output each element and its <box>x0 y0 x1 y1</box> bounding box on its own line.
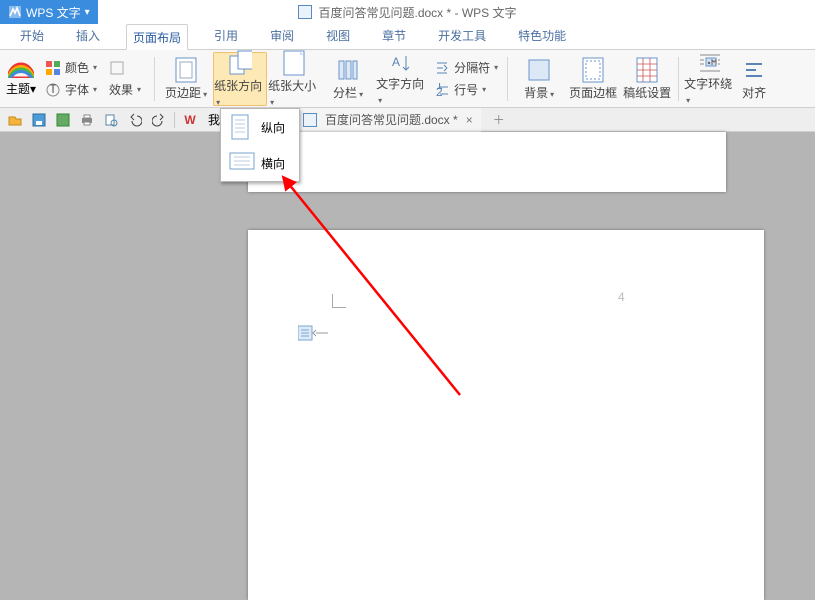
align-button[interactable]: 对齐 <box>737 52 771 106</box>
document-canvas[interactable]: 4 <box>0 132 815 556</box>
textdir-button[interactable]: A 文字方向▾ <box>375 52 429 106</box>
blank-icon <box>109 60 125 76</box>
open-icon[interactable] <box>6 111 24 129</box>
tab-special[interactable]: 特色功能 <box>512 23 572 49</box>
app-menu[interactable]: WPS 文字 ▾ <box>0 0 98 24</box>
columns-icon <box>336 57 360 83</box>
tab-references[interactable]: 引用 <box>208 23 244 49</box>
font-icon: T <box>45 82 61 98</box>
document-icon <box>298 5 312 19</box>
title-bar: WPS 文字 ▾ 百度问答常见问题.docx * - WPS 文字 <box>0 0 815 24</box>
saveas-icon[interactable] <box>54 111 72 129</box>
page-number: 4 <box>618 290 625 304</box>
page-prev-bottom <box>248 132 726 192</box>
tab-view[interactable]: 视图 <box>320 23 356 49</box>
document-icon <box>303 113 317 127</box>
margins-button[interactable]: 页边距▾ <box>159 52 213 106</box>
svg-text:T: T <box>49 83 57 96</box>
breaks-button[interactable]: 分隔符▾ <box>429 58 503 78</box>
document-tab[interactable]: 百度问答常见问题.docx * × <box>295 108 481 132</box>
chevron-down-icon: ▾ <box>85 7 90 18</box>
wrap-icon <box>698 52 722 74</box>
breaks-icon <box>434 60 450 76</box>
background-icon <box>527 57 551 83</box>
ribbon-tabs: 开始 插入 页面布局 引用 审阅 视图 章节 开发工具 特色功能 <box>0 24 815 50</box>
landscape-icon <box>229 150 251 176</box>
quick-access-toolbar: W 我 百度问答常见问题.docx * × ＋ <box>0 108 815 132</box>
color-grid-icon <box>45 60 61 76</box>
add-tab-button[interactable]: ＋ <box>487 111 511 128</box>
linenum-button[interactable]: 12行号▾ <box>429 80 503 100</box>
wrap-button[interactable]: 文字环绕▾ <box>683 52 737 106</box>
tab-pagelayout[interactable]: 页面布局 <box>126 24 188 50</box>
orientation-landscape[interactable]: 横向 <box>221 145 299 181</box>
save-icon[interactable] <box>30 111 48 129</box>
orientation-button[interactable]: 纸张方向▾ <box>213 52 267 106</box>
svg-text:A: A <box>392 55 400 69</box>
theme-effects[interactable]: 效果▾ <box>104 80 146 100</box>
textdir-icon: A <box>390 52 414 74</box>
tab-devtools[interactable]: 开发工具 <box>432 23 492 49</box>
size-button[interactable]: 纸张大小▾ <box>267 52 321 106</box>
doctab-name: 百度问答常见问题.docx * <box>325 111 458 128</box>
window-title: 百度问答常见问题.docx * - WPS 文字 <box>0 0 815 24</box>
tab-review[interactable]: 审阅 <box>264 23 300 49</box>
theme-fonts[interactable]: T字体▾ <box>40 80 102 100</box>
ribbon: 主题▾ 颜色▾ T字体▾ 效果▾ 页边距▾ 纸张方向▾ 纸张大小▾ 分栏▾ A … <box>0 50 815 108</box>
print-icon[interactable] <box>78 111 96 129</box>
page-corner-mark <box>332 294 346 308</box>
doc-title: 百度问答常见问题.docx * - WPS 文字 <box>318 4 516 21</box>
themes-icon <box>8 60 34 78</box>
app-name: WPS 文字 <box>26 4 81 21</box>
tab-chapter[interactable]: 章节 <box>376 23 412 49</box>
portrait-icon <box>229 114 251 140</box>
theme-blank[interactable] <box>104 58 146 78</box>
wps-logo-icon[interactable]: W <box>181 111 199 129</box>
page-break-icon <box>298 324 346 342</box>
align-icon <box>742 57 766 83</box>
close-tab-icon[interactable]: × <box>466 113 473 127</box>
redo-icon[interactable] <box>150 111 168 129</box>
printpreview-icon[interactable] <box>102 111 120 129</box>
tab-insert[interactable]: 插入 <box>70 23 106 49</box>
themes-label: 主题 <box>6 82 30 96</box>
pageborder-icon <box>581 57 605 83</box>
orientation-dropdown: 纵向 横向 <box>220 108 300 182</box>
grid-button[interactable]: 稿纸设置 <box>620 52 674 106</box>
background-button[interactable]: 背景▾ <box>512 52 566 106</box>
page-current <box>248 230 764 600</box>
tab-home[interactable]: 开始 <box>14 23 50 49</box>
undo-icon[interactable] <box>126 111 144 129</box>
size-icon <box>282 50 306 76</box>
linenum-icon: 12 <box>434 82 450 98</box>
orientation-icon <box>228 50 252 76</box>
app-icon <box>8 5 22 19</box>
pageborder-button[interactable]: 页面边框 <box>566 52 620 106</box>
grid-icon <box>635 57 659 83</box>
orientation-portrait[interactable]: 纵向 <box>221 109 299 145</box>
columns-button[interactable]: 分栏▾ <box>321 52 375 106</box>
margins-icon <box>174 57 198 83</box>
theme-colors[interactable]: 颜色▾ <box>40 58 102 78</box>
